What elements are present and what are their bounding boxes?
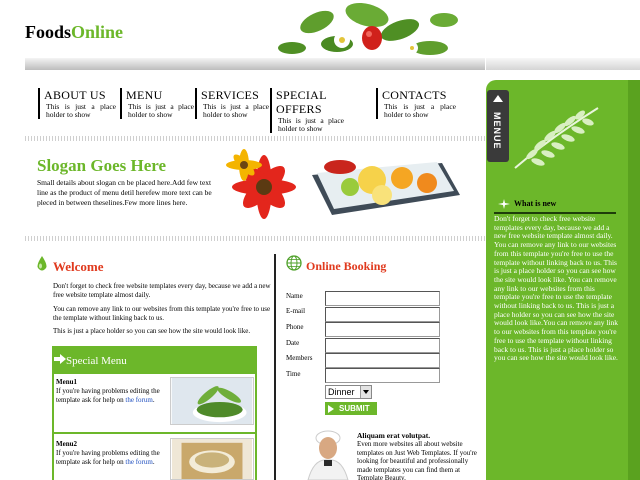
- nav-label: SERVICES: [201, 88, 260, 102]
- welcome-paragraph: You can remove any link to our websites …: [53, 305, 271, 322]
- email-field[interactable]: [325, 307, 440, 322]
- chevron-down-icon[interactable]: [360, 386, 371, 398]
- nav-label: ABOUT US: [44, 88, 106, 102]
- special-menu-title: Special Menu: [66, 355, 127, 367]
- nav-item-contacts[interactable]: CONTACTS This is just a place holder to …: [376, 88, 456, 119]
- forum-link[interactable]: the forum: [125, 396, 152, 404]
- welcome-title: Welcome: [53, 259, 104, 274]
- menu-item: Menu1 If you're having problems editing …: [54, 374, 255, 432]
- peas-bowl-image: [170, 377, 254, 425]
- nav-item-special-offers[interactable]: SPECIAL OFFERS This is just a place hold…: [270, 88, 344, 133]
- fruit-plate-image: [226, 149, 460, 219]
- sidebar-edge: [628, 80, 640, 480]
- nav-sub: This is just a place holder to show: [384, 102, 456, 119]
- meal-select-value: Dinner: [328, 387, 355, 397]
- main-nav: ABOUT US This is just a place holder to …: [0, 88, 480, 138]
- menu-item-desc: If you're having problems editing the te…: [56, 449, 160, 466]
- nav-sub: This is just a place holder to show: [278, 116, 344, 133]
- strawberry-leaves-image: [278, 2, 458, 55]
- submit-button[interactable]: SUBMIT: [325, 402, 377, 415]
- whats-new-title: What is new: [514, 199, 557, 208]
- arrow-up-icon: [493, 95, 503, 102]
- menu-item-name: Menu1: [56, 378, 77, 386]
- booking-title: Online Booking: [306, 259, 387, 273]
- aliquam-text: Even more websites all about website tem…: [357, 440, 477, 480]
- nav-sub: This is just a place holder to show: [128, 102, 194, 119]
- submit-label: SUBMIT: [339, 404, 370, 413]
- nav-sub: This is just a place holder to show: [203, 102, 269, 119]
- fern-leaf-image: [514, 107, 599, 169]
- divider-hatch: [25, 236, 485, 241]
- column-divider: [274, 254, 276, 480]
- time-field[interactable]: [325, 368, 440, 383]
- logo-part-2: Online: [71, 22, 124, 42]
- members-label: Members: [286, 354, 313, 362]
- welcome-paragraph: This is just a place holder so you can s…: [53, 327, 251, 335]
- email-label: E-mail: [286, 307, 306, 315]
- nav-sub: This is just a place holder to show: [46, 102, 116, 119]
- nav-label: SPECIAL OFFERS: [276, 88, 327, 116]
- logo-part-1: Foods: [25, 22, 72, 42]
- time-label: Time: [286, 370, 301, 378]
- menue-tab-label: MENUE: [492, 112, 502, 150]
- menu-item-desc-end: .: [152, 457, 155, 466]
- phone-field[interactable]: [325, 322, 440, 337]
- members-field[interactable]: [325, 353, 440, 368]
- welcome-paragraph: Don't forget to check free website templ…: [53, 282, 271, 299]
- grain-bowl-image: [170, 438, 254, 480]
- date-label: Date: [286, 339, 300, 347]
- whats-new-text: Don't forget to check free website templ…: [494, 214, 619, 363]
- header-bar-right: [486, 58, 640, 70]
- site-logo[interactable]: FoodsOnline: [25, 22, 123, 43]
- menu-item-desc-end: .: [152, 395, 155, 404]
- nav-item-about-us[interactable]: ABOUT US This is just a place holder to …: [38, 88, 116, 119]
- special-menu-header: Special Menu: [52, 346, 257, 374]
- slogan-title: Slogan Goes Here: [37, 156, 167, 175]
- drop-icon: [37, 256, 47, 271]
- date-field[interactable]: [325, 338, 440, 353]
- nav-label: CONTACTS: [382, 88, 447, 102]
- name-label: Name: [286, 292, 303, 300]
- menu-item-name: Menu2: [56, 440, 77, 448]
- divider-hatch: [25, 136, 485, 141]
- nav-label: MENU: [126, 88, 163, 102]
- chef-image: [307, 430, 349, 480]
- nav-item-services[interactable]: SERVICES This is just a place holder to …: [195, 88, 269, 119]
- globe-icon: [286, 255, 302, 271]
- name-field[interactable]: [325, 291, 440, 306]
- slogan-text: Small details about slogan cn be placed …: [37, 178, 212, 207]
- forum-link[interactable]: the forum: [125, 458, 152, 466]
- arrow-right-icon: [54, 354, 66, 364]
- menue-tab[interactable]: MENUE: [487, 90, 509, 162]
- arrow-right-icon: [328, 405, 334, 413]
- nav-item-menu[interactable]: MENU This is just a place holder to show: [120, 88, 194, 119]
- phone-label: Phone: [286, 323, 304, 331]
- header-bar: [25, 58, 485, 70]
- meal-select[interactable]: Dinner: [325, 385, 372, 399]
- sparkle-icon: [498, 199, 510, 209]
- menu-item: Menu2 If you're having problems editing …: [54, 434, 255, 480]
- special-menu-panel: Special Menu Menu1 If you're having prob…: [52, 346, 257, 480]
- menu-item-desc: If you're having problems editing the te…: [56, 387, 160, 404]
- aliquam-title: Aliquam erat volutpat.: [357, 431, 431, 440]
